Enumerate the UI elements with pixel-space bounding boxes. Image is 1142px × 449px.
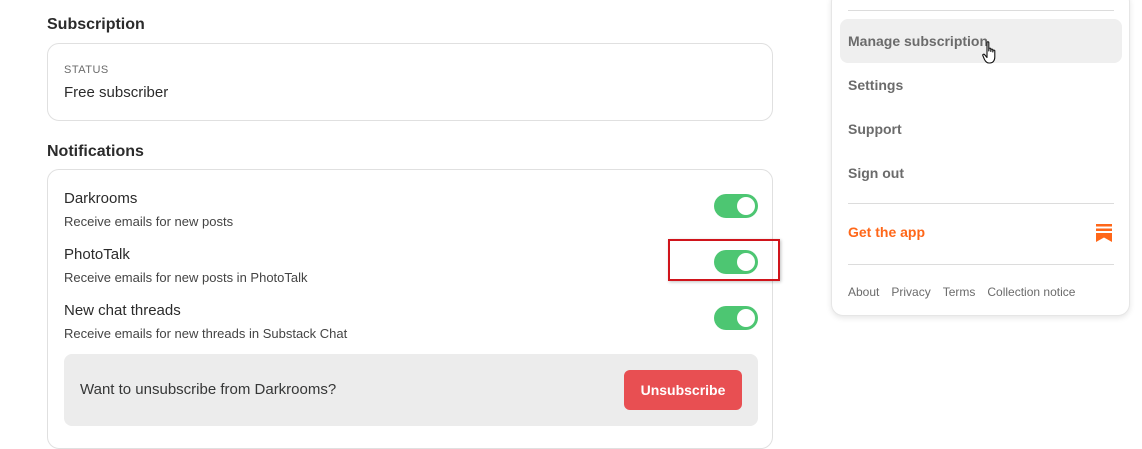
- unsubscribe-prompt: Want to unsubscribe from Darkrooms?: [80, 381, 337, 398]
- unsubscribe-panel: Want to unsubscribe from Darkrooms? Unsu…: [64, 354, 758, 426]
- notification-description: Receive emails for new posts: [64, 214, 234, 229]
- notification-row-darkrooms: Darkrooms Receive emails for new posts: [64, 190, 758, 236]
- status-label: STATUS: [64, 64, 109, 76]
- status-value: Free subscriber: [64, 84, 169, 101]
- unsubscribe-button[interactable]: Unsubscribe: [624, 370, 742, 410]
- substack-logo-icon[interactable]: [1096, 224, 1112, 242]
- menu-divider: [848, 203, 1114, 204]
- footer-link-collection-notice[interactable]: Collection notice: [987, 285, 1075, 299]
- notification-description: Receive emails for new threads in Substa…: [64, 326, 348, 341]
- subscription-status-card: STATUS Free subscriber: [47, 43, 773, 121]
- toggle-knob: [737, 309, 755, 327]
- account-dropdown-menu: Manage subscription Settings Support Sig…: [831, 0, 1130, 316]
- notification-description: Receive emails for new posts in PhotoTal…: [64, 270, 308, 285]
- chat-threads-toggle[interactable]: [714, 306, 758, 330]
- subscription-heading: Subscription: [47, 16, 145, 33]
- footer-link-about[interactable]: About: [848, 285, 879, 299]
- menu-item-settings[interactable]: Settings: [840, 63, 1122, 107]
- notifications-heading: Notifications: [47, 143, 144, 160]
- footer-link-privacy[interactable]: Privacy: [891, 285, 930, 299]
- notification-title: PhotoTalk: [64, 246, 130, 263]
- darkrooms-toggle[interactable]: [714, 194, 758, 218]
- menu-item-sign-out[interactable]: Sign out: [840, 151, 1122, 195]
- notifications-card: Darkrooms Receive emails for new posts P…: [47, 169, 773, 449]
- footer-link-terms[interactable]: Terms: [943, 285, 976, 299]
- notification-title: Darkrooms: [64, 190, 138, 207]
- notification-row-phototalk: PhotoTalk Receive emails for new posts i…: [64, 246, 758, 292]
- notification-row-chat-threads: New chat threads Receive emails for new …: [64, 302, 758, 348]
- menu-item-manage-subscription[interactable]: Manage subscription: [840, 19, 1122, 63]
- menu-item-support[interactable]: Support: [840, 107, 1122, 151]
- toggle-knob: [737, 197, 755, 215]
- menu-divider: [848, 264, 1114, 265]
- footer-links: About Privacy Terms Collection notice: [848, 285, 1087, 299]
- notification-title: New chat threads: [64, 302, 181, 319]
- hand-pointer-icon: [982, 41, 996, 64]
- menu-divider: [848, 10, 1114, 11]
- get-the-app-link[interactable]: Get the app: [848, 224, 925, 240]
- highlight-box: [668, 239, 780, 281]
